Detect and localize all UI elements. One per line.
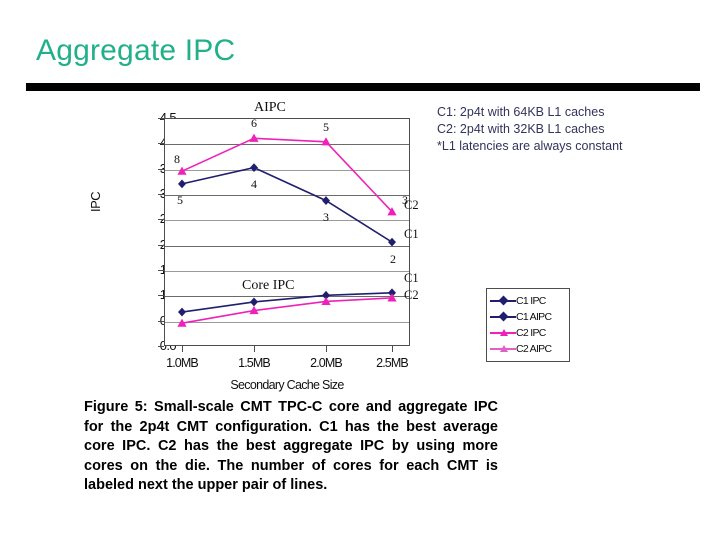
- series-edge-label: C2: [404, 287, 419, 302]
- legend-swatch: [490, 327, 516, 339]
- core-count-label: 5: [323, 119, 329, 134]
- core-count-label: 3: [323, 209, 329, 224]
- data-point-marker: [388, 237, 396, 247]
- series-line: [181, 292, 393, 313]
- legend-swatch: [490, 295, 516, 307]
- ipc-line-chart: IPC 0.00.51.01.52.02.53.03.54.04.5 AIPC …: [82, 100, 570, 400]
- legend-label: C2 AIPC: [516, 343, 552, 355]
- x-tick-mark: [392, 346, 393, 352]
- series-edge-label: C1: [404, 227, 419, 242]
- core-count-label: 5: [177, 192, 183, 207]
- core-count-label: 6: [251, 116, 257, 131]
- legend-label: C2 IPC: [516, 327, 546, 339]
- x-tick-label: 2.5MB: [376, 356, 409, 370]
- legend-item[interactable]: C1 IPC: [490, 293, 566, 309]
- series-edge-label: C1: [404, 270, 419, 285]
- page-title: Aggregate IPC: [36, 34, 236, 67]
- legend-item[interactable]: C1 AIPC: [490, 309, 566, 325]
- y-tick-mark: [158, 346, 164, 347]
- x-tick-mark: [326, 346, 327, 352]
- core-count-label: 2: [390, 252, 396, 267]
- x-axis-title: Secondary Cache Size: [230, 378, 344, 392]
- group-label-core-ipc: Core IPC: [242, 278, 295, 293]
- data-point-marker: [177, 166, 187, 175]
- legend-swatch: [490, 311, 516, 323]
- legend-label: C1 IPC: [516, 295, 546, 307]
- x-tick-label: 1.5MB: [238, 356, 271, 370]
- core-count-label: 4: [251, 176, 257, 191]
- x-tick-label: 1.0MB: [166, 356, 199, 370]
- group-label-aipc: AIPC: [254, 100, 286, 115]
- chart-legend: C1 IPC C1 AIPC C2 IPC C2 AIPC: [486, 288, 570, 362]
- series-line: [181, 137, 393, 213]
- series-layer: [177, 133, 397, 327]
- data-point-marker: [250, 297, 258, 307]
- legend-label: C1 AIPC: [516, 311, 552, 323]
- legend-item[interactable]: C2 AIPC: [490, 341, 566, 357]
- series-edge-label: C2: [404, 197, 419, 212]
- figure-caption: Figure 5: Small-scale CMT TPC-C core and…: [84, 399, 498, 494]
- core-count-label: 8: [174, 152, 180, 167]
- x-tick-label: 2.0MB: [310, 356, 343, 370]
- x-tick-mark: [182, 346, 183, 352]
- series-line: [181, 297, 393, 324]
- data-point-marker: [178, 179, 186, 189]
- data-point-marker: [178, 307, 186, 317]
- data-point-marker: [250, 163, 258, 173]
- y-axis-title: IPC: [88, 191, 103, 212]
- x-tick-mark: [254, 346, 255, 352]
- title-divider: [26, 83, 700, 91]
- legend-item[interactable]: C2 IPC: [490, 325, 566, 341]
- legend-swatch: [490, 343, 516, 355]
- data-point-marker: [322, 196, 330, 205]
